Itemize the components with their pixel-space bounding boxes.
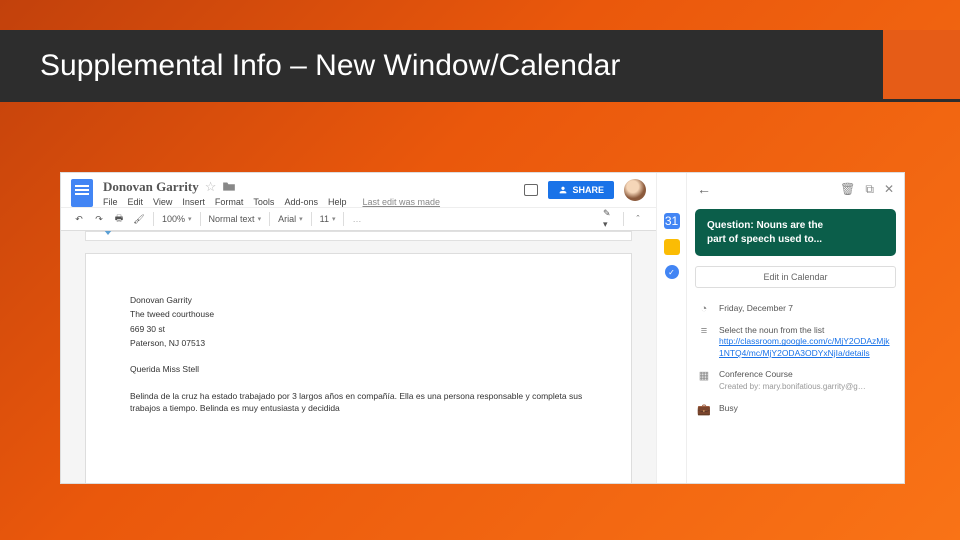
calendar-panel-header: ← 🗑 ⧉ ✕ xyxy=(687,173,904,205)
share-button[interactable]: SHARE xyxy=(548,181,614,199)
event-date: Friday, December 7 xyxy=(719,303,894,314)
description-icon: ≡ xyxy=(697,325,711,337)
menu-addons[interactable]: Add-ons xyxy=(284,197,318,207)
event-link[interactable]: http://classroom.google.com/c/MjY2ODAzMj… xyxy=(719,336,890,357)
event-availability: Busy xyxy=(719,403,894,414)
slide-corner-border xyxy=(880,30,960,102)
separator xyxy=(343,212,344,226)
slide-title-bar: Supplemental Info – New Window/Calendar xyxy=(0,30,880,102)
menu-file[interactable]: File xyxy=(103,197,118,207)
calendar-icon[interactable]: 31 xyxy=(664,213,680,229)
side-rail: 31 ✓ xyxy=(656,173,686,483)
paint-format-icon[interactable]: 🖌 xyxy=(133,213,145,225)
google-docs-logo-icon[interactable] xyxy=(71,179,93,207)
folder-icon[interactable] xyxy=(222,179,236,195)
menu-insert[interactable]: Insert xyxy=(182,197,205,207)
style-select[interactable]: Normal text▾ xyxy=(209,214,262,224)
zoom-select[interactable]: 100%▾ xyxy=(162,214,192,224)
docs-toolbar: ↶ ↷ 🖶 🖌 100%▾ Normal text▾ Arial▾ 11▾ … … xyxy=(61,207,656,231)
editing-mode-icon[interactable]: ✎ ▾ xyxy=(603,213,615,225)
doc-line-addr2: 669 30 st xyxy=(130,323,587,335)
separator xyxy=(153,212,154,226)
document-title[interactable]: Donovan Garrity xyxy=(103,179,199,195)
document-canvas: Donovan Garrity The tweed courthouse 669… xyxy=(61,231,656,483)
separator xyxy=(269,212,270,226)
print-icon[interactable]: 🖶 xyxy=(113,213,125,225)
comments-icon[interactable] xyxy=(524,184,538,196)
calendar-pane: ← 🗑 ⧉ ✕ Question: Nouns are the part of … xyxy=(686,173,904,483)
open-external-icon[interactable]: ⧉ xyxy=(865,182,874,197)
event-title-line2: part of speech used to... xyxy=(707,233,884,247)
share-label: SHARE xyxy=(572,185,604,195)
keep-icon[interactable] xyxy=(664,239,680,255)
app-window: Donovan Garrity ☆ File Edit View Insert … xyxy=(60,172,905,484)
redo-icon[interactable]: ↷ xyxy=(93,213,105,225)
calendar-small-icon: ▦ xyxy=(697,369,711,382)
close-icon[interactable]: ✕ xyxy=(884,182,894,197)
tasks-icon[interactable]: ✓ xyxy=(665,265,679,279)
doc-line-addr3: Paterson, NJ 07513 xyxy=(130,337,587,349)
separator xyxy=(311,212,312,226)
delete-icon[interactable]: 🗑 xyxy=(840,182,855,197)
font-select[interactable]: Arial▾ xyxy=(278,214,303,224)
google-docs-pane: Donovan Garrity ☆ File Edit View Insert … xyxy=(61,173,656,483)
doc-paragraph: Belinda de la cruz ha estado trabajado p… xyxy=(130,390,587,415)
last-edit-link[interactable]: Last edit was made xyxy=(362,197,440,207)
separator xyxy=(200,212,201,226)
expand-icon[interactable]: ˆ xyxy=(632,213,644,225)
undo-icon[interactable]: ↶ xyxy=(73,213,85,225)
doc-line-greeting: Querida Miss Stell xyxy=(130,363,587,375)
menu-tools[interactable]: Tools xyxy=(253,197,274,207)
event-title-line1: Question: Nouns are the xyxy=(707,219,884,233)
event-description-text: Select the noun from the list xyxy=(719,325,824,335)
indent-marker-icon[interactable] xyxy=(104,231,112,235)
back-arrow-icon[interactable]: ← xyxy=(697,181,711,197)
event-card[interactable]: Question: Nouns are the part of speech u… xyxy=(695,209,896,256)
separator xyxy=(623,212,624,226)
avatar[interactable] xyxy=(624,179,646,201)
menu-format[interactable]: Format xyxy=(215,197,244,207)
slide-title: Supplemental Info – New Window/Calendar xyxy=(40,49,620,83)
menu-edit[interactable]: Edit xyxy=(128,197,144,207)
star-icon[interactable]: ☆ xyxy=(205,179,217,195)
menu-help[interactable]: Help xyxy=(328,197,347,207)
event-course: Conference Course xyxy=(719,369,793,379)
clock-icon: ◔ xyxy=(697,303,711,315)
font-size-select[interactable]: 11▾ xyxy=(320,214,336,224)
event-details: ◔ Friday, December 7 ≡ Select the noun f… xyxy=(691,298,900,421)
doc-line-name: Donovan Garrity xyxy=(130,294,587,306)
menu-view[interactable]: View xyxy=(153,197,172,207)
more-toolbar[interactable]: … xyxy=(352,214,361,224)
edit-in-calendar-button[interactable]: Edit in Calendar xyxy=(695,266,896,288)
ruler[interactable] xyxy=(85,231,632,241)
docs-header: Donovan Garrity ☆ File Edit View Insert … xyxy=(61,173,656,207)
doc-line-addr1: The tweed courthouse xyxy=(130,308,587,320)
document-page[interactable]: Donovan Garrity The tweed courthouse 669… xyxy=(85,253,632,483)
menu-bar: File Edit View Insert Format Tools Add-o… xyxy=(103,197,514,207)
briefcase-icon: 💼 xyxy=(697,403,711,416)
event-creator: Created by: mary.bonifatious.garrity@g… xyxy=(719,382,866,391)
